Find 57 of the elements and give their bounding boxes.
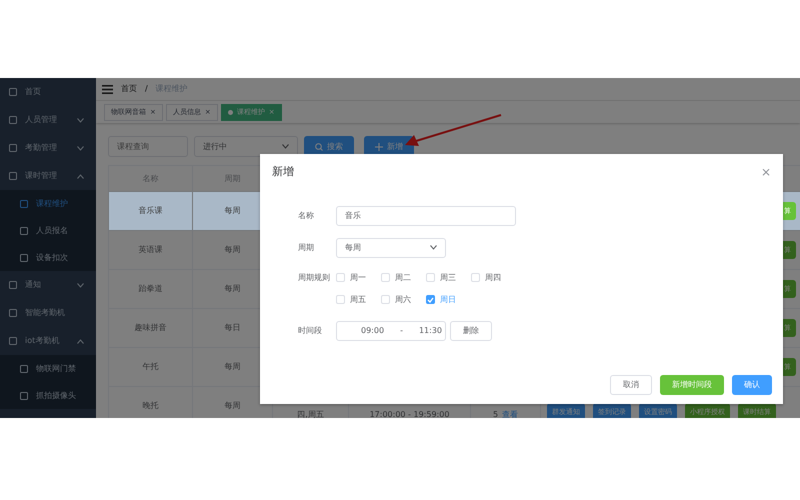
table-cell: 跆拳道 bbox=[138, 284, 162, 293]
confirm-button[interactable]: 确认 bbox=[732, 374, 772, 394]
sidebar-item[interactable]: 考勤管理 bbox=[25, 142, 57, 154]
checkbox-label: 周二 bbox=[395, 272, 411, 284]
checkbox-label: 周五 bbox=[350, 294, 366, 306]
checkbox-label: 周日 bbox=[440, 294, 456, 306]
table-cell: 每周 bbox=[224, 284, 240, 293]
sidebar-item[interactable]: 人员报名 bbox=[36, 224, 68, 236]
field-label: 时间段 bbox=[298, 324, 323, 336]
table-cell: 每日 bbox=[224, 323, 240, 332]
checkbox-label: 周三 bbox=[440, 272, 456, 284]
table-cell: 英语课 bbox=[138, 245, 162, 254]
sidebar-item[interactable]: 智能考勤机 bbox=[25, 307, 65, 319]
table-cell: 每周 bbox=[224, 362, 240, 371]
table-cell: 17:00:00 - 19:59:00 bbox=[370, 410, 450, 418]
cancel-button[interactable]: 取消 bbox=[610, 374, 652, 394]
table-cell: 每周 bbox=[224, 401, 240, 410]
dialog-title: 新增 bbox=[272, 164, 294, 180]
sidebar-item[interactable]: 课程维护 bbox=[36, 198, 68, 210]
period-select[interactable]: 每周 bbox=[336, 238, 446, 258]
checkbox-label: 周一 bbox=[350, 272, 366, 284]
field-label: 名称 bbox=[298, 210, 315, 222]
dot-icon bbox=[228, 110, 233, 114]
delete-button[interactable]: 删除 bbox=[450, 320, 492, 340]
table-cell: 午托 bbox=[142, 362, 158, 371]
checkbox-label: 周六 bbox=[395, 294, 411, 306]
table-cell: 晚托 bbox=[142, 401, 158, 410]
view-link[interactable]: 查看 bbox=[502, 410, 518, 418]
search-icon bbox=[315, 142, 323, 150]
table-cell: 每周 bbox=[224, 206, 240, 215]
sidebar-item[interactable]: 人员管理 bbox=[25, 114, 57, 126]
sidebar-item[interactable]: iot考勤机 bbox=[25, 335, 60, 347]
sidebar-item[interactable]: 通知 bbox=[25, 279, 41, 291]
time-range-field[interactable]: 09:00 - 11:30 bbox=[336, 320, 446, 340]
checkbox-label: 周四 bbox=[485, 272, 501, 284]
plus-icon bbox=[375, 142, 383, 150]
table-cell: 5 bbox=[492, 410, 498, 418]
sidebar-item[interactable]: 课时管理 bbox=[25, 170, 57, 182]
breadcrumb-separator: / bbox=[145, 83, 148, 95]
name-field[interactable]: 音乐 bbox=[336, 206, 516, 226]
sidebar-item[interactable]: 物联网门禁 bbox=[36, 362, 76, 374]
checkbox[interactable] bbox=[426, 295, 435, 304]
sidebar-item[interactable]: 首页 bbox=[25, 86, 41, 98]
breadcrumb-item[interactable]: 首页 bbox=[121, 83, 137, 95]
field-label: 周期 bbox=[298, 242, 315, 254]
search-field[interactable]: 课程查询 bbox=[108, 136, 188, 157]
add-time-button[interactable]: 新增时间段 bbox=[660, 374, 724, 394]
table-cell: 趣味拼音 bbox=[134, 323, 166, 332]
sidebar-item[interactable]: 抓拍摄像头 bbox=[36, 390, 76, 402]
table-cell: 每周 bbox=[224, 245, 240, 254]
chevron-down-icon bbox=[430, 245, 437, 250]
table-cell: 音乐课 bbox=[138, 206, 162, 215]
chevron-down-icon bbox=[282, 144, 289, 149]
sidebar-item[interactable]: 设备扣次 bbox=[36, 252, 68, 264]
close-button[interactable]: × bbox=[760, 164, 771, 180]
field-label: 周期规则 bbox=[298, 272, 331, 284]
table-cell: 四,周五 bbox=[297, 410, 324, 418]
